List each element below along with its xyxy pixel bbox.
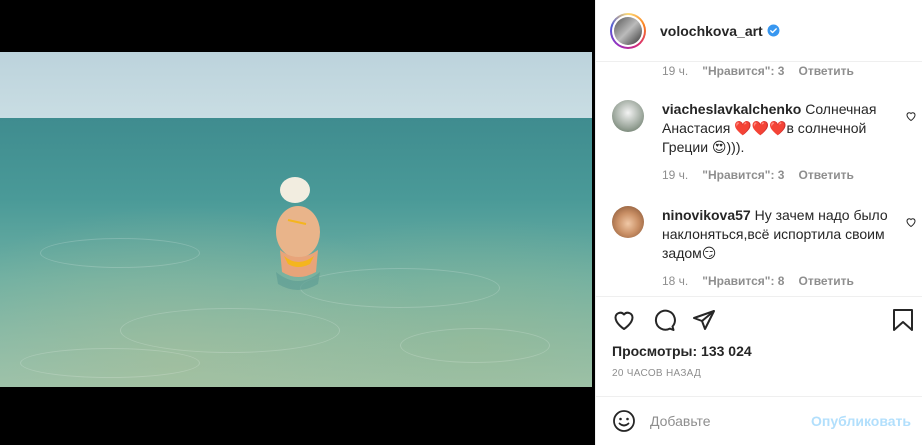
comment-time: 19 ч.: [662, 64, 689, 78]
views-count[interactable]: Просмотры: 133 024: [612, 343, 752, 359]
comment-meta-row: 19 ч. "Нравится": 3 Ответить: [662, 168, 854, 182]
reply-button[interactable]: Ответить: [798, 168, 853, 182]
comment-body: ninovikova57 Ну зачем надо было наклонят…: [662, 206, 898, 263]
author-avatar[interactable]: [610, 12, 646, 49]
video-sky: [0, 52, 592, 118]
publish-button[interactable]: Опубликовать: [811, 413, 911, 429]
commenter-username[interactable]: viacheslavkalchenko: [662, 101, 801, 117]
bookmark-icon[interactable]: [892, 308, 914, 332]
post-panel: volochkova_art 19 ч. "Нравится": 3 Ответ…: [595, 0, 922, 445]
commenter-avatar[interactable]: [612, 206, 644, 238]
comment-time: 19 ч.: [662, 168, 689, 182]
commenter-username[interactable]: ninovikova57: [662, 207, 751, 223]
emoji-icon[interactable]: [612, 409, 636, 433]
commenter-avatar[interactable]: [612, 100, 644, 132]
post-header: volochkova_art: [596, 0, 922, 62]
comment-icon[interactable]: [652, 308, 676, 332]
comment-like-heart-icon[interactable]: [905, 216, 917, 228]
comment-meta-row: 18 ч. "Нравится": 8 Ответить: [662, 274, 854, 288]
heart-icon[interactable]: [612, 308, 636, 332]
comment-body: viacheslavkalchenko Солнечная Анастасия …: [662, 100, 898, 157]
swimmer-figure: [276, 177, 320, 290]
video-player[interactable]: [0, 52, 592, 387]
post-timestamp: 20 ЧАСОВ НАЗАД: [612, 368, 702, 379]
comment-like-heart-icon[interactable]: [905, 110, 917, 122]
reply-button[interactable]: Ответить: [798, 64, 853, 78]
media-area: [0, 0, 595, 445]
send-icon[interactable]: [692, 308, 716, 332]
comment-likes[interactable]: "Нравится": 3: [702, 64, 784, 78]
post-actions: Просмотры: 133 024 20 ЧАСОВ НАЗАД: [596, 296, 922, 396]
comments-list: 19 ч. "Нравится": 3 Ответить viacheslavk…: [596, 62, 922, 296]
comment-likes[interactable]: "Нравится": 3: [702, 168, 784, 182]
comment-meta-row: 19 ч. "Нравится": 3 Ответить: [662, 64, 854, 78]
verified-badge-icon: [767, 24, 780, 37]
comment-likes[interactable]: "Нравится": 8: [702, 274, 784, 288]
reply-button[interactable]: Ответить: [798, 274, 853, 288]
comment-input[interactable]: [650, 413, 800, 429]
author-username[interactable]: volochkova_art: [660, 23, 763, 39]
comment-time: 18 ч.: [662, 274, 689, 288]
add-comment-bar: Опубликовать: [596, 396, 922, 445]
